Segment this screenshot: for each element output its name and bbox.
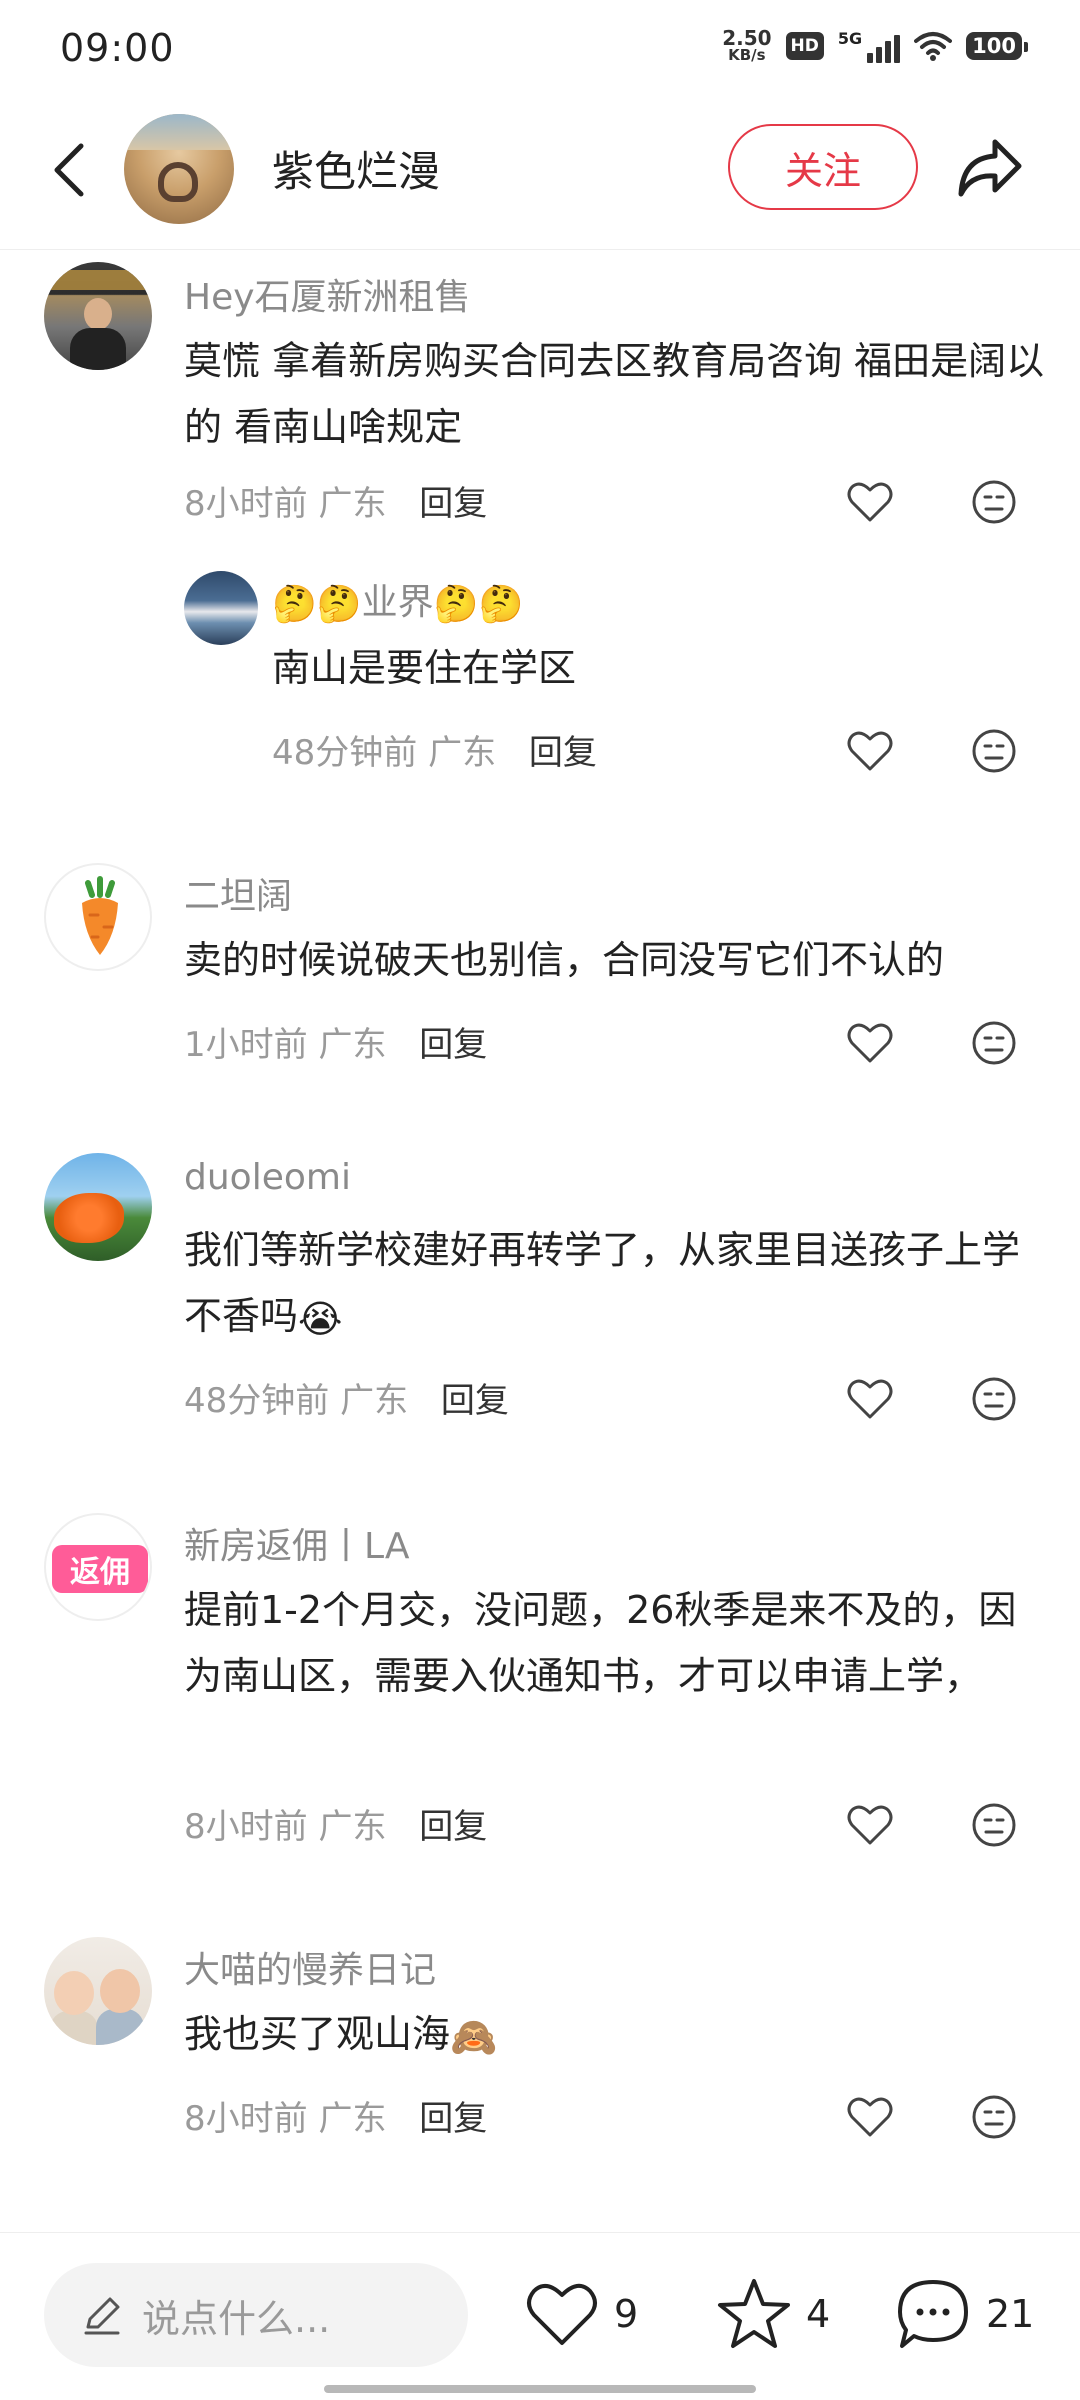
collect-button[interactable]: 4 [716,2269,830,2359]
reply-button[interactable]: 回复 [419,2099,487,2139]
meh-face-icon[interactable] [970,1375,1018,1423]
comment-input-placeholder: 说点什么... [142,2296,331,2341]
star-icon [718,2279,790,2348]
author-name[interactable]: 紫色烂漫 [272,138,440,199]
reply-button[interactable]: 回复 [419,1025,487,1065]
comment-text[interactable]: 提前1-2个月交，没问题，26秋季是来不及的，因为南山区，需要入伙通知书，才可以… [184,1577,1044,1709]
comment-location: 广东 [318,1025,387,1065]
avatar[interactable] [184,571,258,645]
comment-time: 48分钟前 [184,1381,330,1421]
comment-username[interactable]: 大喵的慢养日记 [184,1941,436,1993]
avatar[interactable] [44,262,152,370]
hd-icon: HD [785,31,824,60]
heart-icon[interactable] [846,478,894,526]
reply-button[interactable]: 回复 [419,484,487,524]
thinking-emoji-icon: 🤔🤔 [433,584,524,625]
share-icon [958,139,1022,197]
comment-location: 广东 [340,1381,409,1421]
meh-face-icon[interactable] [970,478,1018,526]
meh-face-icon[interactable] [970,1801,1018,1849]
network-speed: 2.50 KB/s [722,28,771,63]
like-count: 9 [614,2292,639,2336]
network-speed-unit: KB/s [728,46,766,64]
crying-emoji-icon: 😭 [298,1296,343,1341]
status-bar: 09:00 2.50 KB/s HD 5G 100 [0,0,1080,100]
like-button[interactable]: 9 [524,2269,638,2359]
meh-face-icon[interactable] [970,727,1018,775]
share-button[interactable] [950,128,1030,208]
heart-icon [527,2283,597,2345]
comment-count: 21 [986,2292,1035,2336]
comment-time: 1小时前 [184,1025,308,1065]
comment-username[interactable]: Hey石厦新洲租售 [184,268,471,320]
meh-face-icon[interactable] [970,1019,1018,1067]
meh-face-icon[interactable] [970,2093,1018,2141]
comment-time: 8小时前 [184,484,308,524]
back-button[interactable] [34,130,104,210]
comment-username[interactable]: duoleomi [184,1157,351,1198]
comment-username[interactable]: 二坦阔 [184,867,292,919]
comment-meta: 8小时前 广东 回复 [184,1799,487,1848]
author-avatar[interactable] [124,114,234,224]
comment-text[interactable]: 南山是要住在学区 [272,635,972,701]
comment-text[interactable]: 莫慌 拿着新房购买合同去区教育局咨询 福田是阔以的 看南山啥规定 [184,328,1054,460]
heart-icon[interactable] [846,2093,894,2141]
comment-bubble-icon [898,2280,968,2348]
comment-username[interactable]: 新房返佣丨LA [184,1517,410,1569]
battery-icon: 100 [966,31,1028,60]
comment-time: 8小时前 [184,2099,308,2139]
status-time: 09:00 [60,26,175,70]
reply-button[interactable]: 回复 [419,1807,487,1847]
bottom-action-bar: 说点什么... 9 4 21 [0,2232,1080,2400]
comment-location: 广东 [318,2099,387,2139]
follow-button[interactable]: 关注 [728,124,918,210]
heart-icon[interactable] [846,1801,894,1849]
reply-button[interactable]: 回复 [441,1381,509,1421]
emoji-sticker-icon: 🙈 [450,2014,498,2059]
post-header: 紫色烂漫 关注 [0,100,1080,250]
network-speed-value: 2.50 [722,26,772,50]
comment-button[interactable]: 21 [894,2269,1034,2359]
comment-meta: 48分钟前 广东 回复 [184,1373,509,1422]
avatar[interactable] [44,1937,152,2045]
reply-button[interactable]: 回复 [529,733,597,773]
comment-location: 广东 [318,1807,387,1847]
network-type: 5G [837,28,863,48]
thinking-emoji-icon: 🤔🤔 [272,584,362,625]
status-icons: 2.50 KB/s HD 5G 100 [722,28,1028,63]
comment-username[interactable]: 🤔🤔业界🤔🤔 [272,573,523,625]
home-indicator[interactable] [324,2385,756,2393]
comment-text[interactable]: 卖的时候说破天也别信，合同没写它们不认的 [184,927,1054,993]
collect-count: 4 [806,2292,831,2336]
comment-meta: 8小时前 广东 回复 [184,476,487,525]
comment-location: 广东 [428,733,497,773]
comment-location: 广东 [318,484,387,524]
comment-text[interactable]: 我们等新学校建好再转学了，从家里目送孩子上学不香吗😭 [184,1217,1044,1352]
wifi-icon [914,31,953,61]
heart-icon[interactable] [846,1019,894,1067]
comment-meta: 8小时前 广东 回复 [184,2091,487,2140]
avatar[interactable] [44,1153,152,1261]
comment-meta: 48分钟前 广东 回复 [272,725,597,774]
avatar[interactable]: 返佣 [44,1513,152,1621]
avatar[interactable] [44,863,152,971]
comment-meta: 1小时前 广东 回复 [184,1017,487,1066]
signal-icon: 5G [837,28,901,63]
heart-icon[interactable] [846,1375,894,1423]
chevron-left-icon [54,143,84,197]
comment-text[interactable]: 我也买了观山海🙈 [184,2001,1054,2070]
pencil-icon [84,2297,120,2335]
carrot-icon [82,876,118,955]
comment-time: 8小时前 [184,1807,308,1847]
avatar-badge: 返佣 [52,1545,148,1593]
comment-input[interactable]: 说点什么... [44,2263,468,2367]
heart-icon[interactable] [846,727,894,775]
comment-time: 48分钟前 [272,733,418,773]
